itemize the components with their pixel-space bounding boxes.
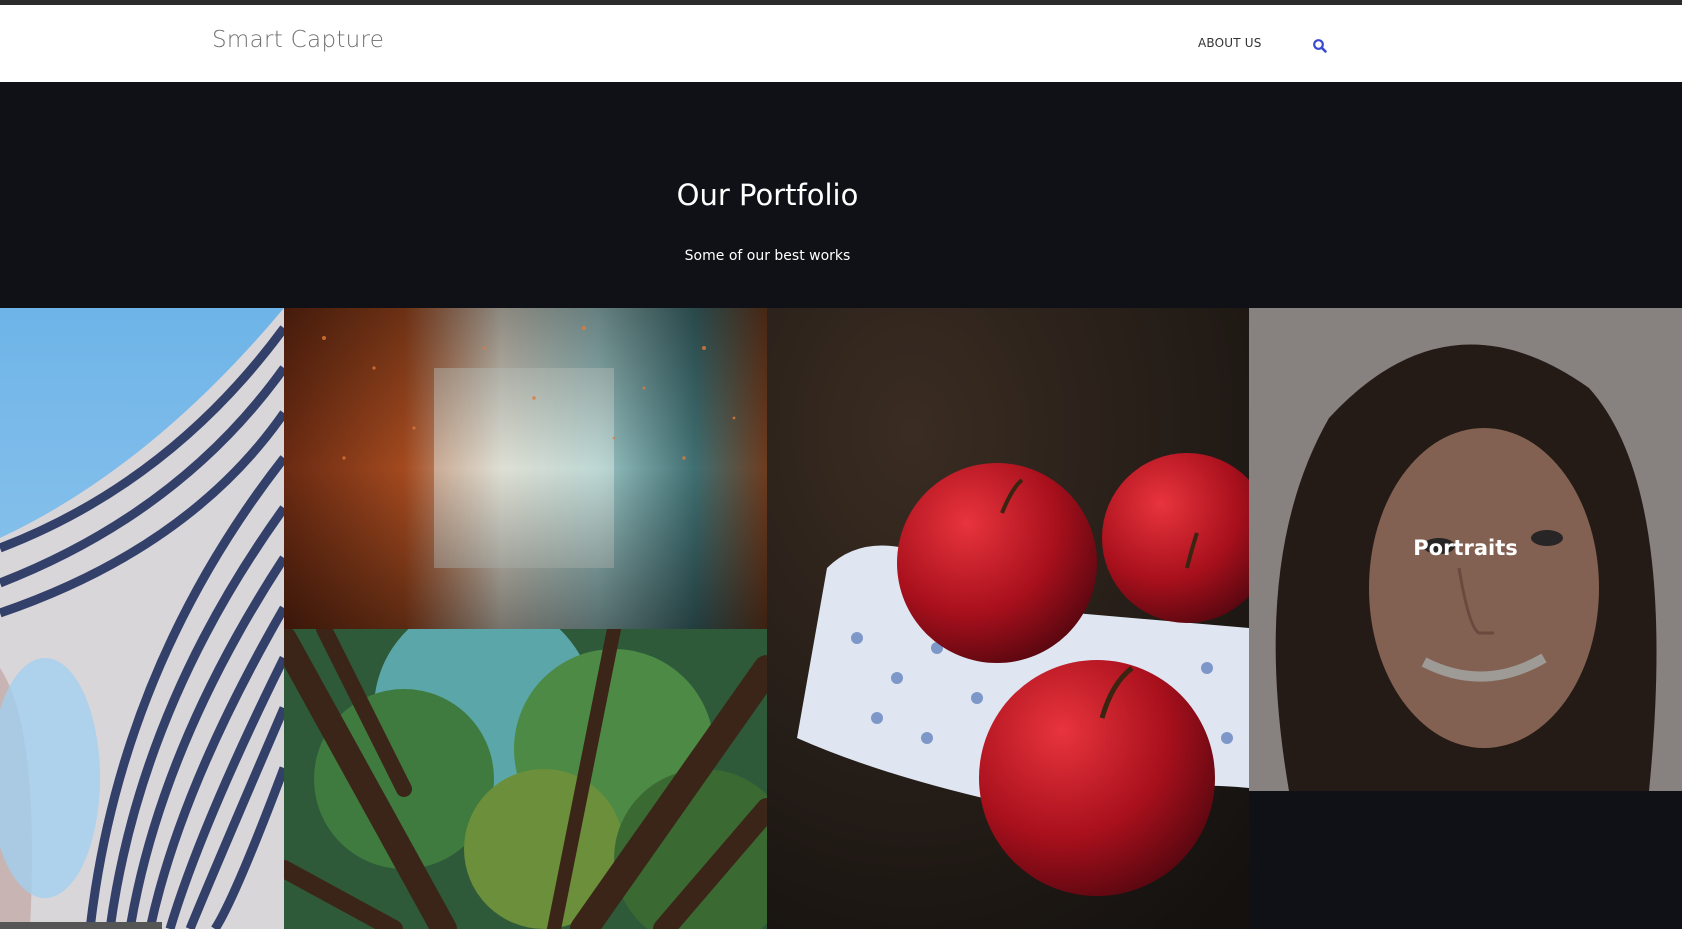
portfolio-item-architecture[interactable] [0,308,284,929]
search-icon[interactable] [1312,38,1328,54]
portfolio-item-abstract[interactable] [284,308,767,629]
site-logo[interactable]: Smart Capture [212,27,384,53]
architecture-image [0,308,284,929]
empty-grid-cell [1249,791,1682,929]
site-header: Smart Capture ABOUT US [0,5,1682,82]
forest-image [284,629,767,929]
apples-image [767,308,1249,929]
portfolio-category-label: Portraits [1413,536,1518,560]
portfolio-item-portraits[interactable]: Portraits [1249,308,1682,791]
image-caption-strip [0,922,162,929]
nav-about-us[interactable]: ABOUT US [1198,36,1262,50]
portfolio-item-apples[interactable] [767,308,1249,929]
page-title: Our Portfolio [676,178,859,212]
hero-section: Our Portfolio Some of our best works [0,82,1682,308]
page-subtitle: Some of our best works [684,248,851,264]
abstract-blur-image [284,308,767,629]
portfolio-item-forest[interactable] [284,629,767,929]
